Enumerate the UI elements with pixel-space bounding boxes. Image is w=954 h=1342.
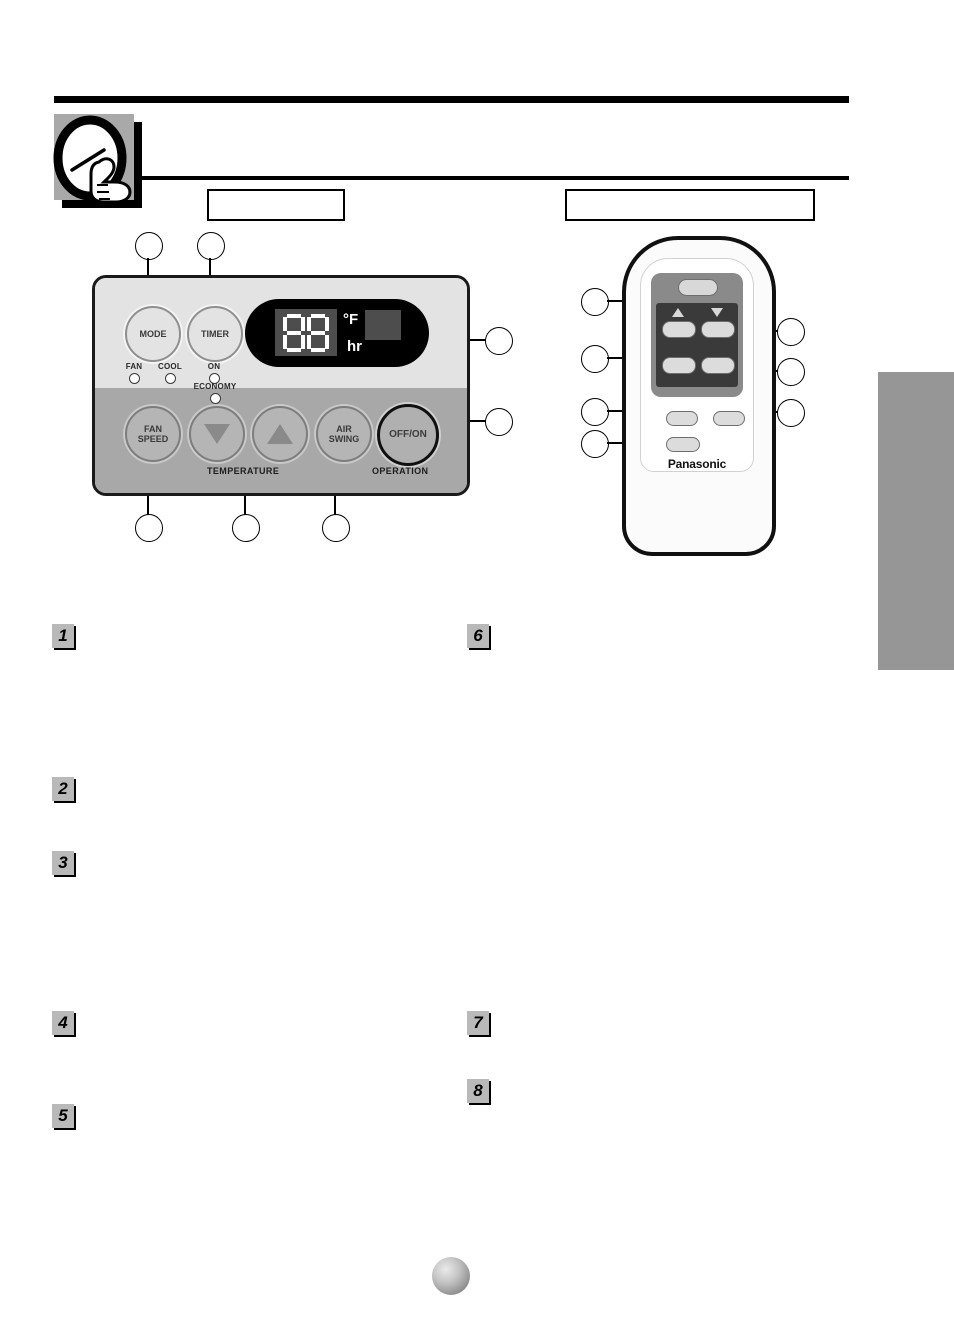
step-marker: 7 (467, 1011, 489, 1035)
remote-low-right-key[interactable] (713, 411, 745, 426)
air-swing-button-label-line1: AIR (336, 424, 352, 434)
callout-mode[interactable] (135, 232, 163, 260)
timer-button-label: TIMER (201, 329, 229, 339)
remote-low-left-key[interactable] (666, 411, 698, 426)
economy-indicator-label: ECONOMY (193, 382, 237, 391)
mode-button[interactable]: MODE (125, 306, 181, 362)
callout-fan-speed[interactable] (135, 514, 163, 542)
remote-control-illustration: Panasonic (622, 236, 776, 556)
air-swing-button[interactable]: AIR SWING (316, 406, 372, 462)
step-marker: 2 (52, 777, 74, 801)
economy-indicator-led (209, 393, 221, 404)
fan-speed-button-label-line1: FAN (144, 424, 162, 434)
chapter-side-tab (878, 372, 954, 670)
seven-segment-digit (283, 313, 305, 352)
temperature-down-button[interactable] (189, 406, 245, 462)
remote-triangle-down-icon (711, 308, 723, 317)
timer-on-indicator: ON (199, 362, 229, 384)
triangle-down-icon (204, 424, 230, 444)
callout-temperature[interactable] (232, 514, 260, 542)
remote-top-key[interactable] (678, 279, 718, 296)
lcd-display: °F hr (245, 299, 429, 367)
callout-remote-top-key[interactable] (581, 288, 609, 316)
lcd-indicator-block (365, 310, 401, 340)
seven-segment-digit (307, 313, 329, 352)
air-swing-button-label-line2: SWING (328, 434, 360, 444)
timer-on-indicator-label: ON (207, 362, 221, 371)
step-marker: 1 (52, 624, 74, 648)
remote-brand-logo: Panasonic (667, 457, 727, 471)
callout-air-swing[interactable] (322, 514, 350, 542)
remote-face: Panasonic (640, 258, 754, 472)
triangle-up-icon (267, 424, 293, 444)
off-on-button-label: OFF/ON (389, 429, 427, 440)
leader-line-temperature-stem (244, 494, 246, 515)
cool-indicator: COOL (151, 362, 189, 384)
lcd-digits (275, 309, 337, 356)
step-marker: 6 (467, 624, 489, 648)
step-marker: 8 (467, 1079, 489, 1103)
remote-temp-down-key[interactable] (701, 321, 735, 338)
cool-indicator-label: COOL (158, 362, 182, 371)
fan-speed-button-label-line2: SPEED (137, 434, 169, 444)
callout-display[interactable] (485, 327, 513, 355)
temperature-group-label: TEMPERATURE (207, 466, 280, 476)
remote-keypad-inner-panel (656, 303, 738, 387)
step-marker: 4 (52, 1011, 74, 1035)
remote-temp-up-key[interactable] (662, 321, 696, 338)
callout-off-on[interactable] (485, 408, 513, 436)
off-on-button[interactable]: OFF/ON (377, 404, 439, 466)
remote-section-box (565, 189, 815, 221)
fan-indicator-label: FAN (125, 362, 143, 371)
fan-indicator-led (128, 373, 140, 384)
callout-remote-temp-keys[interactable] (777, 318, 805, 346)
lcd-unit-fahrenheit: °F (343, 311, 359, 328)
control-panel-section-box (207, 189, 345, 221)
clock-hand-icon (52, 112, 148, 218)
control-panel-illustration: °F hr MODE TIMER FAN COOL ON ECONOMY FAN… (92, 275, 470, 496)
fan-indicator: FAN (117, 362, 151, 384)
remote-low-bottom-key[interactable] (666, 437, 700, 452)
title-underline-rule (141, 176, 849, 180)
header-rule (54, 96, 849, 103)
page-number-badge (432, 1257, 470, 1295)
callout-remote-left-mid-key[interactable] (581, 345, 609, 373)
lcd-unit-hour: hr (347, 338, 362, 355)
temperature-up-button[interactable] (252, 406, 308, 462)
manual-page: °F hr MODE TIMER FAN COOL ON ECONOMY FAN… (0, 0, 954, 1342)
callout-remote-right-mid-key[interactable] (777, 358, 805, 386)
operation-group-label: OPERATION (372, 466, 429, 476)
remote-right-mid-key[interactable] (701, 357, 735, 374)
step-marker: 5 (52, 1104, 74, 1128)
callout-remote-low-bottom-key[interactable] (581, 430, 609, 458)
timer-button[interactable]: TIMER (187, 306, 243, 362)
callout-remote-low-left-key[interactable] (581, 398, 609, 426)
mode-button-label: MODE (139, 329, 167, 339)
economy-indicator: ECONOMY (186, 382, 244, 404)
step-marker: 3 (52, 851, 74, 875)
fan-speed-button[interactable]: FAN SPEED (125, 406, 181, 462)
remote-keypad-panel (651, 273, 743, 397)
callout-timer[interactable] (197, 232, 225, 260)
callout-remote-low-right-key[interactable] (777, 399, 805, 427)
remote-triangle-up-icon (672, 308, 684, 317)
cool-indicator-led (164, 373, 176, 384)
remote-left-mid-key[interactable] (662, 357, 696, 374)
